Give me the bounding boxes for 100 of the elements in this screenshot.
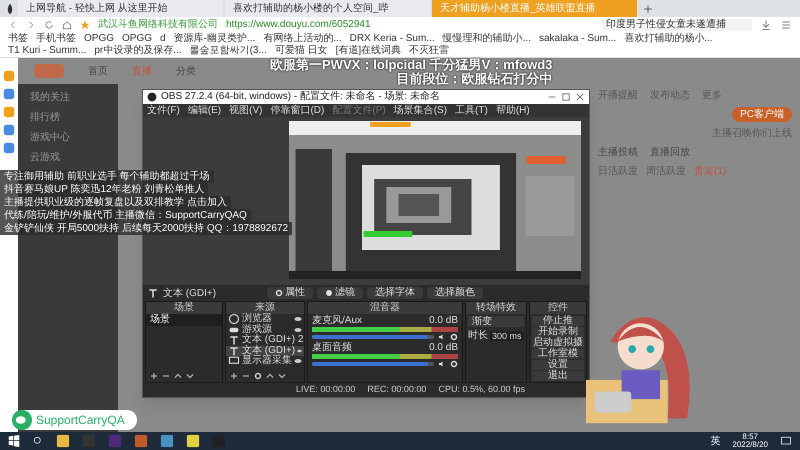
- plus-icon: [230, 372, 238, 380]
- bookmark-item[interactable]: sakalaka - Sum...: [538, 33, 616, 45]
- scene-item[interactable]: 场景: [146, 314, 222, 326]
- gear-icon: [450, 333, 458, 341]
- menu-item[interactable]: 文件(F): [147, 104, 180, 116]
- bookmark-item[interactable]: 慢慢理和的辅助小...: [442, 33, 531, 45]
- channel-reading: 0.0 dB: [429, 316, 458, 326]
- app-icon: [3, 70, 15, 82]
- toolbar-button[interactable]: 属性: [267, 287, 313, 299]
- bookmark-item[interactable]: 可爱猫 日女: [274, 45, 328, 57]
- bookmark-item[interactable]: OPGG: [122, 33, 152, 45]
- toolbar-button[interactable]: 选择颜色: [427, 287, 483, 299]
- bookmark-item[interactable]: [有道]在线词典: [336, 45, 402, 57]
- plus-icon: [150, 372, 158, 380]
- control-button[interactable]: 工作室模: [532, 349, 584, 359]
- source-item[interactable]: 显示器采集: [226, 356, 304, 366]
- transition-dropdown[interactable]: 渐变: [468, 316, 524, 327]
- control-button[interactable]: 停止推: [532, 316, 584, 326]
- overlay-caption: 目前段位：欧服钻石打分中: [396, 72, 552, 86]
- client-button[interactable]: PC客户端: [732, 107, 792, 122]
- dock-title: 转场特效: [466, 302, 526, 314]
- control-button[interactable]: 设置: [532, 360, 584, 370]
- clock-time: 8:57: [742, 433, 758, 441]
- gear-icon: [450, 360, 458, 368]
- chevron-down-icon: [186, 372, 194, 380]
- channel-name: 桌面音频: [312, 343, 352, 353]
- site-logo: [34, 64, 64, 78]
- clock-date: 2022/8/20: [732, 441, 768, 449]
- rec-timer: REC: 00:00:00: [367, 383, 426, 396]
- source-item[interactable]: 游戏源: [226, 324, 304, 335]
- menu-item[interactable]: 视图(V): [229, 104, 262, 116]
- taskbar-app-icon: [212, 434, 226, 448]
- menu-item[interactable]: 停靠窗口(D): [270, 104, 324, 116]
- menu-icon: [780, 19, 792, 31]
- app-icon: [3, 124, 15, 136]
- menu-item[interactable]: 编辑(E): [188, 104, 222, 116]
- toolbar-button[interactable]: 滤镜: [317, 287, 363, 299]
- bookmark-item[interactable]: d: [160, 33, 166, 45]
- toolbar-button[interactable]: 选择字体: [367, 287, 423, 299]
- bookmark-item[interactable]: 手机书签: [36, 33, 76, 45]
- app-icon: [3, 142, 15, 154]
- dock-title: 混音器: [308, 302, 462, 314]
- bookmark-item[interactable]: pr中设录的及保存...: [94, 45, 182, 57]
- duration-field[interactable]: 300 ms: [490, 331, 524, 341]
- search-field[interactable]: 印度男子性侵女童未遂遭捕: [602, 19, 752, 31]
- wechat-badge: SupportCarryQA: [12, 410, 137, 430]
- chevron-down-icon: [278, 372, 286, 380]
- text-icon: [147, 287, 159, 299]
- sidebar-item[interactable]: 游戏中心: [30, 132, 106, 144]
- bookmark-item[interactable]: 书签: [8, 33, 28, 45]
- text-icon: [228, 344, 240, 357]
- gear-icon: [254, 372, 262, 380]
- sidebar-item[interactable]: 云游戏: [30, 152, 106, 164]
- download-icon: [760, 19, 772, 31]
- bookmark-item[interactable]: 롤숲포함싸기(3...: [190, 45, 267, 57]
- dock-title: 来源: [226, 302, 304, 314]
- source-item[interactable]: 文本 (GDI+): [226, 346, 304, 356]
- source-item[interactable]: 浏览器: [226, 314, 304, 324]
- overlay-caption: 欧服第一PWVX：lolpcidal 千分猛男V：mfowd3: [270, 58, 552, 72]
- home-icon: [62, 20, 72, 30]
- text-icon: [228, 334, 240, 346]
- taskbar-app-icon: [82, 434, 96, 448]
- control-button[interactable]: 开始录制: [532, 327, 584, 337]
- dock-title: 控件: [530, 302, 586, 314]
- control-button[interactable]: 退出: [532, 371, 584, 381]
- browser-tab[interactable]: 喜欢打辅助的杨小楼的个人空间_哔: [225, 0, 430, 17]
- site-owner: 武汉斗鱼网络科技有限公司: [98, 19, 218, 31]
- cpu-status: CPU: 0.5%, 60.00 fps: [438, 383, 525, 396]
- source-item[interactable]: 文本 (GDI+) 2: [226, 335, 304, 346]
- menu-item[interactable]: 帮助(H): [496, 104, 530, 116]
- windows-logo-icon: [8, 435, 20, 447]
- taskbar-app-icon: [108, 434, 122, 448]
- overlay-caption: 代练/陪玩/维护/外服代币 主播微信：SupportCarryQAQ: [0, 209, 251, 222]
- bookmark-item[interactable]: 喜欢打辅助的杨小...: [624, 33, 713, 45]
- browser-tab[interactable]: 上网导航 - 轻快上网 从这里开始: [18, 0, 223, 17]
- bookmark-item[interactable]: 有网络上活动的...: [263, 33, 342, 45]
- live-timer: LIVE: 00:00:00: [296, 383, 356, 396]
- control-button[interactable]: 启动虚拟摄: [532, 338, 584, 348]
- channel-name: 麦克风/Aux: [312, 316, 362, 326]
- app-icon: [3, 88, 15, 100]
- sidebar-item[interactable]: 排行榜: [30, 112, 106, 124]
- menu-item[interactable]: 场景集合(S): [394, 104, 448, 116]
- reload-icon: [44, 20, 54, 30]
- bookmark-item[interactable]: DRX Keria - Sum...: [350, 33, 435, 45]
- bookmark-item[interactable]: 不灭狂雷: [409, 45, 450, 57]
- address-bar[interactable]: 武汉斗鱼网络科技有限公司 https://www.douyu.com/6052941: [80, 18, 594, 32]
- overlay-caption: 金铲铲仙侠 开局5000扶持 后续每天2000扶持 QQ：1978892672: [0, 222, 292, 235]
- bookmark-item[interactable]: 资源库-幽灵类护...: [174, 33, 256, 45]
- app-icon: [3, 106, 15, 118]
- input-method-indicator[interactable]: 英: [710, 434, 720, 448]
- bookmark-item[interactable]: T1 Kuri - Summ...: [8, 45, 86, 57]
- bookmark-item[interactable]: OPGG: [84, 33, 114, 45]
- duration-label: 时长: [468, 331, 488, 341]
- taskbar-app-icon: [56, 434, 70, 448]
- sidebar-item[interactable]: 我的关注: [30, 92, 106, 104]
- overlay-caption: 抖音赛马娘UP 陈奕迅12年老粉 刘青松单推人: [0, 183, 208, 196]
- url-text: https://www.douyu.com/6052941: [226, 19, 371, 31]
- close-icon: [575, 92, 585, 102]
- menu-item[interactable]: 工具(T): [455, 104, 488, 116]
- maximize-icon: [561, 92, 571, 102]
